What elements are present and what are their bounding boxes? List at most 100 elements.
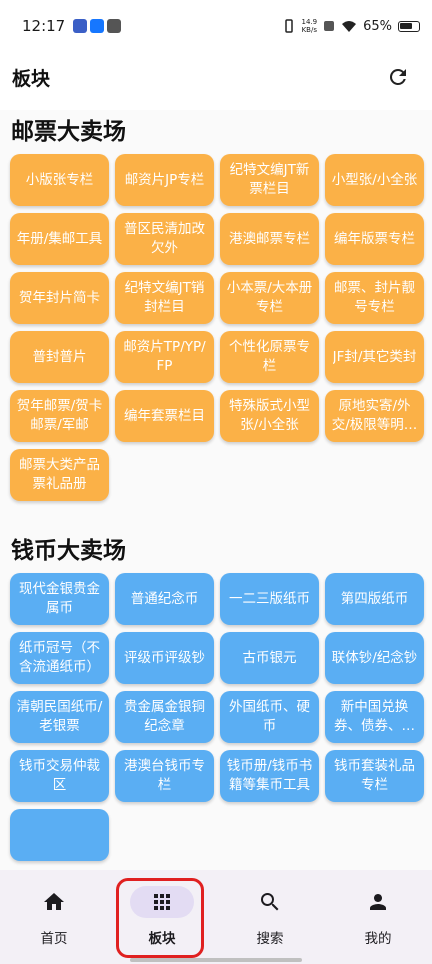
category-tile[interactable]: 小型张/小全张 xyxy=(325,154,424,206)
category-tile[interactable]: 编年版票专栏 xyxy=(325,213,424,265)
category-tile-label: 个性化原票专栏 xyxy=(229,339,310,374)
category-tile-label: 古币银元 xyxy=(242,649,297,666)
category-tile-label: 钱币册/钱币书籍等集币工具 xyxy=(226,758,313,793)
home-icon xyxy=(22,886,86,918)
category-tile-label: 普封普片 xyxy=(32,348,87,365)
category-tile[interactable]: 纸币冠号（不含流通纸币） xyxy=(10,632,109,684)
category-tile[interactable]: 编年套票栏目 xyxy=(115,390,214,442)
vibrate-icon xyxy=(284,19,293,33)
category-tile[interactable]: 古币银元 xyxy=(220,632,319,684)
category-tile[interactable]: 小本票/大本册专栏 xyxy=(220,272,319,324)
category-tile[interactable]: 邮票、封片靓号专栏 xyxy=(325,272,424,324)
page-title: 板块 xyxy=(12,67,51,90)
app-header: 板块 xyxy=(0,52,432,102)
link-notification-icon xyxy=(107,19,122,33)
category-tile-label: 纪特文编JT销封栏目 xyxy=(124,280,205,315)
category-tile[interactable]: 一二三版纸币 xyxy=(220,573,319,625)
category-tile-label: 特殊版式小型张/小全张 xyxy=(229,398,310,433)
category-tile-label: 第四版纸币 xyxy=(340,590,409,607)
nav-search[interactable]: 搜索 xyxy=(216,870,324,964)
category-tile-label: 小版张专栏 xyxy=(25,171,94,188)
category-tile[interactable]: 评级币评级钞 xyxy=(115,632,214,684)
home-indicator xyxy=(130,958,302,962)
section-title-stamps: 邮票大卖场 xyxy=(11,119,126,145)
status-time: 12:17 xyxy=(22,17,66,35)
category-tile[interactable]: 贵金属金银铜纪念章 xyxy=(115,691,214,743)
category-tile[interactable]: 清朝民国纸币/老银票 xyxy=(10,691,109,743)
category-tile-label: 港澳邮票专栏 xyxy=(229,230,310,247)
category-tile[interactable]: 纪特文编JT销封栏目 xyxy=(115,272,214,324)
network-speed: 14.9 KB/s xyxy=(301,18,318,34)
category-tile-label: 纪特文编JT新票栏目 xyxy=(229,162,310,197)
category-tile-label: 普通纪念币 xyxy=(130,590,199,607)
category-tile[interactable]: 贺年封片简卡 xyxy=(10,272,109,324)
battery-percent: 65% xyxy=(363,18,392,34)
category-tile[interactable]: 钱币交易仲裁区 xyxy=(10,750,109,802)
stamp-category-grid: 小版张专栏 邮资片JP专栏 纪特文编JT新票栏目 小型张/小全张年册/集邮工具 普区民清… xyxy=(0,154,432,501)
category-tile[interactable]: 普区民清加改欠外 xyxy=(115,213,214,265)
board-content[interactable]: 邮票大卖场 小版张专栏 邮资片JP专栏 纪特文编JT新票栏目 小型张/小全张年册/集邮… xyxy=(0,110,432,870)
alipay-notification-icon xyxy=(90,19,105,33)
category-tile-label: 港澳台钱币专栏 xyxy=(124,758,205,793)
search-icon xyxy=(238,886,302,918)
category-tile[interactable]: 现代金银贵金属币 xyxy=(10,573,109,625)
category-tile-label: 评级币评级钞 xyxy=(124,649,205,666)
category-tile-label: 外国纸币、硬币 xyxy=(229,699,310,734)
category-tile-label: 现代金银贵金属币 xyxy=(19,581,100,616)
category-tile-label: 联体钞/纪念钞 xyxy=(331,649,418,666)
category-tile[interactable]: 邮资片TP/YP/FP xyxy=(115,331,214,383)
category-tile[interactable]: 年册/集邮工具 xyxy=(10,213,109,265)
category-tile[interactable]: 普封普片 xyxy=(10,331,109,383)
nav-profile[interactable]: 我的 xyxy=(324,870,432,964)
category-tile-label: 小型张/小全张 xyxy=(331,171,418,188)
bottom-navigation: 首页 板块 搜索 我的 xyxy=(0,870,432,964)
category-tile-label: 贵金属金银铜纪念章 xyxy=(124,699,205,734)
category-tile-label: 一二三版纸币 xyxy=(229,590,310,607)
category-tile-label: 普区民清加改欠外 xyxy=(124,221,205,256)
coin-category-grid: 现代金银贵金属币 普通纪念币 一二三版纸币 第四版纸币纸币冠号（不含流通纸币） 评级币评… xyxy=(0,573,432,861)
category-tile[interactable] xyxy=(10,809,109,861)
category-tile-label: 贺年邮票/贺卡邮票/军邮 xyxy=(16,398,103,433)
category-tile-label: 贺年封片简卡 xyxy=(19,289,100,306)
category-tile[interactable]: 邮资片JP专栏 xyxy=(115,154,214,206)
notification-icons xyxy=(73,19,122,33)
category-tile-label: 邮票、封片靓号专栏 xyxy=(334,280,415,315)
nav-board[interactable]: 板块 xyxy=(108,870,216,964)
category-tile[interactable]: 小版张专栏 xyxy=(10,154,109,206)
nav-home[interactable]: 首页 xyxy=(0,870,108,964)
category-tile-label: 纸币冠号（不含流通纸币） xyxy=(19,640,100,675)
refresh-icon[interactable] xyxy=(386,65,410,89)
category-tile[interactable]: 钱币册/钱币书籍等集币工具 xyxy=(220,750,319,802)
category-tile[interactable]: 邮票大类产品票礼品册 xyxy=(10,449,109,501)
category-tile[interactable]: 港澳台钱币专栏 xyxy=(115,750,214,802)
category-tile[interactable]: 外国纸币、硬币 xyxy=(220,691,319,743)
category-tile[interactable]: 第四版纸币 xyxy=(325,573,424,625)
category-tile[interactable]: 普通纪念币 xyxy=(115,573,214,625)
status-right: 14.9 KB/s 65% xyxy=(282,18,420,34)
wifi-icon xyxy=(342,20,357,32)
category-tile-label: 邮资片JP专栏 xyxy=(124,171,205,188)
category-tile-label: 年册/集邮工具 xyxy=(16,230,103,247)
app-notification-icon xyxy=(73,19,88,33)
category-tile-label: 编年套票栏目 xyxy=(124,407,205,424)
category-tile[interactable]: 联体钞/纪念钞 xyxy=(325,632,424,684)
person-icon xyxy=(346,886,410,918)
category-tile-label: 邮票大类产品票礼品册 xyxy=(19,457,100,492)
category-tile[interactable]: 贺年邮票/贺卡邮票/军邮 xyxy=(10,390,109,442)
category-tile[interactable]: 新中国兑换券、债券、粮票 xyxy=(325,691,424,743)
grid-icon xyxy=(130,886,194,918)
category-tile[interactable]: 钱币套装礼品专栏 xyxy=(325,750,424,802)
category-tile-label: JF封/其它类封 xyxy=(332,348,417,365)
category-tile[interactable]: 港澳邮票专栏 xyxy=(220,213,319,265)
status-bar: 12:17 14.9 KB/s 65% xyxy=(0,0,432,52)
category-tile[interactable]: JF封/其它类封 xyxy=(325,331,424,383)
category-tile[interactable]: 个性化原票专栏 xyxy=(220,331,319,383)
category-tile[interactable]: 原地实寄/外交/极限等明信片 xyxy=(325,390,424,442)
category-tile-label: 钱币套装礼品专栏 xyxy=(334,758,415,793)
section-title-coins: 钱币大卖场 xyxy=(11,538,126,564)
category-tile-label: 新中国兑换券、债券、粮票 xyxy=(334,699,415,734)
category-tile[interactable]: 纪特文编JT新票栏目 xyxy=(220,154,319,206)
category-tile-label: 清朝民国纸币/老银票 xyxy=(16,699,103,734)
category-tile[interactable]: 特殊版式小型张/小全张 xyxy=(220,390,319,442)
category-tile-label: 邮资片TP/YP/FP xyxy=(123,339,206,374)
